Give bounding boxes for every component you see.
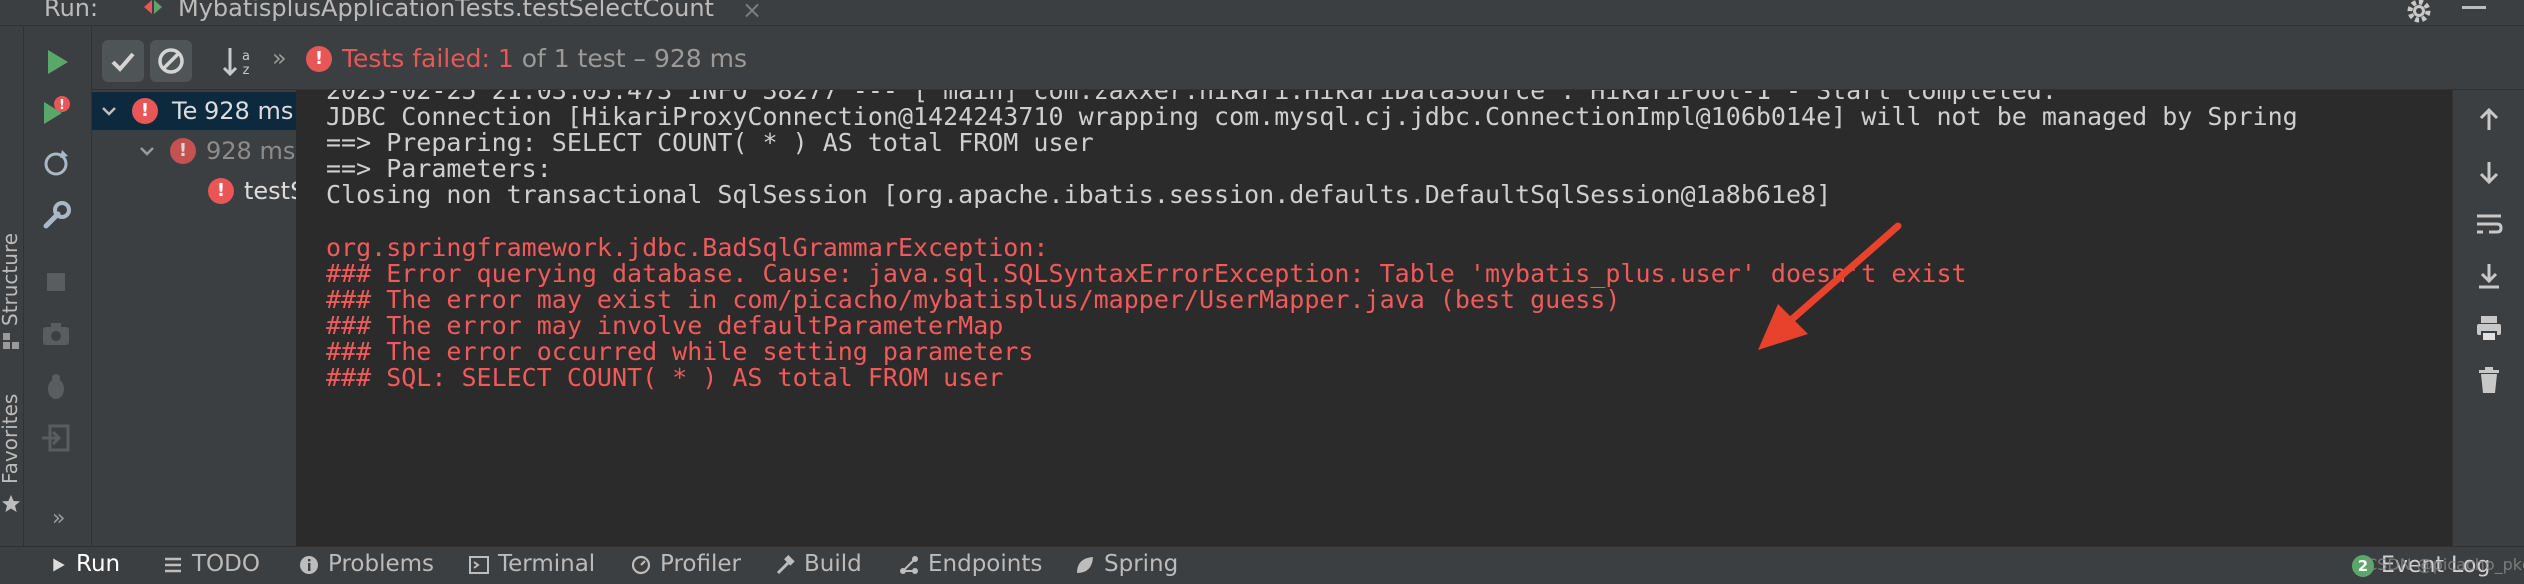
- console-line: ==> Parameters:: [326, 154, 552, 184]
- svg-text:z: z: [243, 63, 250, 78]
- console-line: ### The error may exist in com/picacho/m…: [326, 284, 1621, 314]
- hammer-icon: [776, 554, 795, 574]
- svg-text:!: !: [59, 98, 65, 113]
- check-icon: [111, 52, 135, 72]
- console-line: JDBC Connection [HikariProxyConnection@1…: [326, 102, 2298, 132]
- tree-row-method[interactable]: ! testS: [92, 172, 296, 210]
- ignored-icon: [158, 48, 184, 74]
- tab-profiler[interactable]: Profiler: [630, 551, 741, 581]
- arrow-down-icon[interactable]: [2473, 156, 2505, 188]
- svg-text:a: a: [242, 49, 250, 64]
- console-line: Closing non transactional SqlSession [or…: [326, 180, 1832, 210]
- toggle-auto-test-icon[interactable]: [38, 146, 74, 182]
- tab-label: Spring: [1104, 551, 1179, 577]
- tab-label: Endpoints: [928, 551, 1043, 577]
- soft-wrap-icon[interactable]: [2473, 208, 2505, 240]
- terminal-icon: [469, 555, 489, 574]
- run-label: Run:: [44, 0, 99, 22]
- show-passed-toggle[interactable]: [102, 40, 144, 82]
- tab-label: Terminal: [498, 551, 596, 577]
- run-config-tab-title: MybatisplusApplicationTests.testSelectCo…: [178, 0, 714, 22]
- console-line: ==> Preparing: SELECT COUNT( * ) AS tota…: [326, 128, 1094, 158]
- bottom-tool-bar: Run TODO Problems Terminal Profiler Buil…: [0, 546, 2524, 584]
- tab-problems[interactable]: Problems: [298, 551, 434, 581]
- tab-build[interactable]: Build: [774, 551, 862, 581]
- trash-icon[interactable]: [2473, 364, 2505, 396]
- gear-icon[interactable]: [2404, 0, 2434, 26]
- stop-icon[interactable]: [38, 264, 74, 300]
- tab-endpoints[interactable]: Endpoints: [898, 551, 1042, 581]
- tab-spring[interactable]: Spring: [1074, 551, 1178, 581]
- run-header: Run: MybatisplusApplicationTests.testSel…: [0, 0, 2524, 26]
- list-icon: [165, 557, 181, 572]
- print-icon[interactable]: [2473, 312, 2505, 344]
- more-actions-icon[interactable]: »: [272, 44, 287, 72]
- console-output[interactable]: 2023-02-25 21:03:05.473 INFO 38277 --- […: [300, 90, 2450, 546]
- failed-count: 1: [497, 44, 514, 73]
- chevron-down-icon[interactable]: [100, 102, 118, 120]
- rerun-play-icon[interactable]: [38, 44, 74, 80]
- tab-label: TODO: [192, 551, 260, 577]
- more-tools-icon[interactable]: »: [52, 506, 65, 531]
- favorites-tab[interactable]: Favorites: [0, 394, 22, 484]
- tree-row-class[interactable]: ! 928 ms: [92, 132, 296, 170]
- camera-icon[interactable]: [38, 316, 74, 352]
- test-failed-icon: !: [208, 178, 234, 204]
- debug-bug-icon[interactable]: [38, 368, 74, 404]
- wrench-icon[interactable]: [38, 198, 74, 234]
- structure-tab[interactable]: Structure: [0, 233, 22, 326]
- profiler-icon: [631, 555, 651, 574]
- test-failed-icon: !: [306, 46, 332, 72]
- console-line: ### The error occurred while setting par…: [326, 337, 1034, 366]
- tab-label: Problems: [328, 551, 435, 577]
- left-tool-strip: Structure Favorites: [0, 26, 24, 546]
- console-toolbar: [2452, 90, 2524, 546]
- tab-label: Run: [76, 551, 121, 577]
- test-failed-icon: !: [132, 98, 158, 124]
- close-tab-icon[interactable]: ×: [742, 0, 762, 24]
- tree-row-time: 928 ms: [206, 137, 296, 165]
- test-toolbar: a z » ! Tests failed: 1 of 1 test – 928 …: [92, 26, 2524, 90]
- test-results-tree: ! Te 928 ms ! 928 ms ! testS: [92, 90, 298, 546]
- console-line: ### The error may involve defaultParamet…: [326, 310, 1004, 340]
- arrow-up-icon[interactable]: [2473, 104, 2505, 136]
- test-config-icon: [144, 0, 162, 14]
- tree-row-label: Te: [172, 97, 198, 125]
- tree-row-root[interactable]: ! Te 928 ms: [92, 92, 296, 130]
- test-summary: of 1 test – 928 ms: [513, 44, 748, 73]
- hide-panel-icon[interactable]: [2462, 6, 2486, 9]
- run-tool-column: ! »: [24, 26, 92, 546]
- console-line: ### Error querying database. Cause: java…: [326, 258, 1967, 288]
- tab-terminal[interactable]: Terminal: [468, 551, 595, 581]
- sort-alphabetically-icon[interactable]: a z: [218, 40, 260, 82]
- star-icon: [2, 495, 20, 512]
- tab-label: Profiler: [660, 551, 741, 577]
- tab-run[interactable]: Run: [50, 551, 120, 581]
- annotation-arrow: [1758, 222, 1902, 350]
- spring-leaf-icon: [1077, 556, 1093, 573]
- exit-icon[interactable]: [38, 420, 74, 456]
- tests-failed-label: Tests failed:: [342, 44, 498, 73]
- tree-row-time: 928 ms: [204, 97, 294, 125]
- play-icon: [53, 557, 65, 572]
- tab-label: Build: [804, 551, 862, 577]
- console-line: org.springframework.jdbc.BadSqlGrammarEx…: [326, 232, 1049, 262]
- scroll-to-end-icon[interactable]: [2473, 260, 2505, 292]
- tree-row-label: testS: [244, 177, 296, 205]
- endpoints-icon: [900, 555, 918, 574]
- watermark: CSDN @picacho_pkq: [2366, 555, 2524, 574]
- tab-todo[interactable]: TODO: [162, 551, 260, 581]
- test-failed-icon: !: [170, 138, 196, 164]
- show-ignored-toggle[interactable]: [150, 40, 192, 82]
- structure-icon: [3, 333, 19, 349]
- chevron-down-icon[interactable]: [138, 142, 156, 160]
- test-status: Tests failed: 1 of 1 test – 928 ms: [342, 44, 747, 73]
- rerun-failed-tests-icon[interactable]: !: [38, 94, 74, 130]
- info-icon: [300, 555, 318, 574]
- console-line: ### SQL: SELECT COUNT( * ) AS total FROM…: [326, 363, 1004, 393]
